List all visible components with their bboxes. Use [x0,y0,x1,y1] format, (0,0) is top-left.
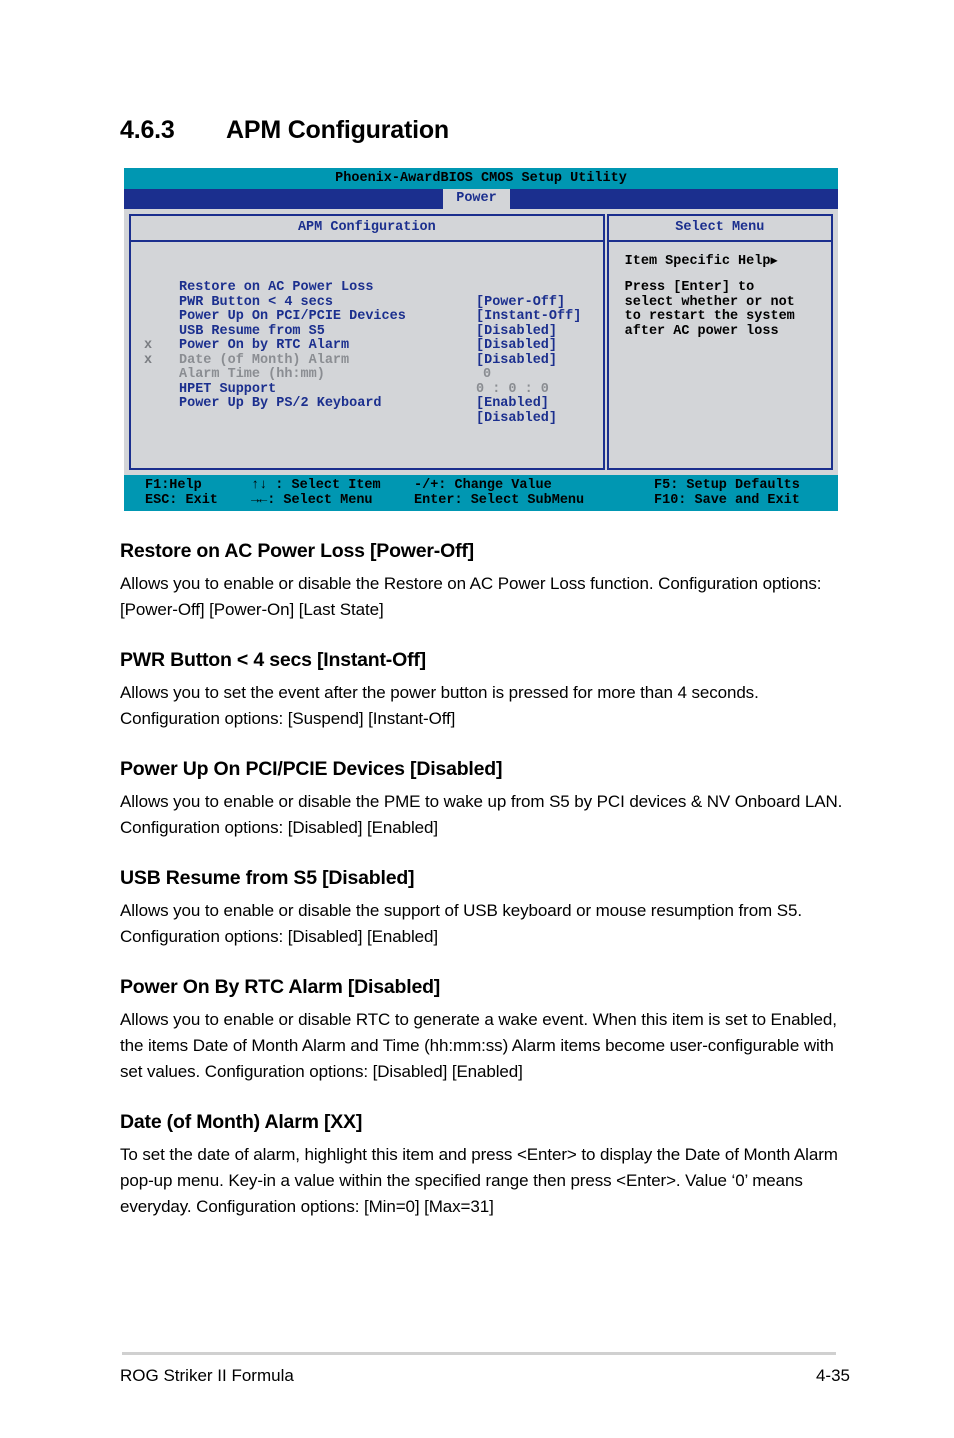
page-title: 4.6.3 APM Configuration [120,116,860,145]
setting-body-usb-resume-from-s5: Allows you to enable or disable the supp… [120,901,802,946]
bios-item-list: Restore on AC Power Loss [Power-Off] PWR… [131,242,603,425]
setting-heading-usb-resume-from-s5: USB Resume from S5 [Disabled] [120,867,415,889]
setting-heading-restore-on-ac-power-loss: Restore on AC Power Loss [Power-Off] [120,540,474,562]
bios-item-row[interactable]: USB Resume from S5 [Disabled] [131,296,603,353]
item-specific-help: Item Specific Help▶ Press [Enter] to sel… [609,242,831,339]
setting-body-pwr-button: Allows you to set the event after the po… [120,683,759,728]
section-title: APM Configuration [226,116,449,144]
setting-heading-power-up-on-pci-pcie: Power Up On PCI/PCIE Devices [Disabled] [120,758,503,780]
bios-item-row[interactable]: Power Up On PCI/PCIE Devices [Disabled] [131,281,603,338]
key-select-menu[interactable]: →←: Select Menu [251,493,373,508]
footer-product-name: ROG Striker II Formula [120,1366,294,1385]
select-menu-panel: Select Menu Item Specific Help▶ Press [E… [606,214,833,470]
footer-divider [122,1352,836,1355]
key-f10-save-and-exit[interactable]: F10: Save and Exit [654,493,800,508]
row-label: Power Up By PS/2 Keyboard [179,396,382,411]
row-value[interactable]: [Enabled] [476,396,549,412]
apm-configuration-panel: APM Configuration Restore on AC Power Lo… [129,214,605,470]
bios-item-row[interactable]: HPET Support [Enabled] [131,354,603,411]
triangle-right-icon: ▶ [770,254,778,268]
bios-item-row[interactable]: Power On by RTC Alarm [Disabled] [131,310,603,367]
row-value: 0 : 0 : 0 [476,381,549,397]
bios-tab-bar: Power [124,189,838,209]
bios-item-row[interactable]: Restore on AC Power Loss [Power-Off] [131,252,603,309]
item-specific-help-title: Item Specific Help▶ [609,252,831,269]
setting-heading-power-on-by-rtc-alarm: Power On By RTC Alarm [Disabled] [120,976,441,998]
row-value[interactable]: [Disabled] [476,411,557,427]
setting-body-date-of-month-alarm: To set the date of alarm, highlight this… [120,1145,838,1216]
right-panel-title: Select Menu [608,216,831,242]
document-page: 4.6.3 APM Configuration Phoenix-AwardBIOS… [0,0,954,1438]
bios-item-row[interactable]: PWR Button < 4 secs [Instant-Off] [131,267,603,324]
bios-setup-screen: Phoenix-AwardBIOS CMOS Setup Utility Pow… [124,168,838,511]
bios-item-row[interactable]: Power Up By PS/2 Keyboard [Disabled] [131,368,603,425]
key-enter-select-submenu[interactable]: Enter: Select SubMenu [414,493,584,508]
bios-body: APM Configuration Restore on AC Power Lo… [124,209,838,475]
section-number: 4.6.3 [120,116,175,144]
key-f1-help[interactable]: F1:Help [145,478,202,493]
setting-body-restore-on-ac-power-loss: Allows you to enable or disable the Rest… [120,574,822,619]
help-title-text: Item Specific Help [624,254,771,269]
bios-item-row-disabled: x Alarm Time (hh:mm) 0 : 0 : 0 [131,339,603,396]
setting-heading-pwr-button: PWR Button < 4 secs [Instant-Off] [120,649,426,671]
item-specific-help-text: Press [Enter] to select whether or not t… [624,280,795,339]
footer-page-number: 4-35 [815,1366,850,1385]
tab-power[interactable]: Power [443,189,510,209]
bios-title-bar: Phoenix-AwardBIOS CMOS Setup Utility [124,168,838,189]
key-f5-setup-defaults[interactable]: F5: Setup Defaults [654,478,800,493]
setting-descriptions: Restore on AC Power Loss [Power-Off] All… [120,540,846,1220]
setting-heading-date-of-month-alarm: Date (of Month) Alarm [XX] [120,1111,363,1133]
bios-key-legend-bar: F1:Help ↑↓ : Select Item -/+: Change Val… [124,475,838,511]
setting-body-power-on-by-rtc-alarm: Allows you to enable or disable RTC to g… [120,1010,837,1081]
bios-item-row-disabled: x Date (of Month) Alarm 0 [131,325,603,381]
setting-body-power-up-on-pci-pcie: Allows you to enable or disable the PME … [120,792,843,837]
key-esc-exit[interactable]: ESC: Exit [145,493,218,508]
page-footer: ROG Striker II Formula 4-35 [120,1366,850,1386]
left-panel-title: APM Configuration [131,216,603,242]
key-change-value[interactable]: -/+: Change Value [414,478,552,493]
key-select-item[interactable]: ↑↓ : Select Item [251,478,381,493]
